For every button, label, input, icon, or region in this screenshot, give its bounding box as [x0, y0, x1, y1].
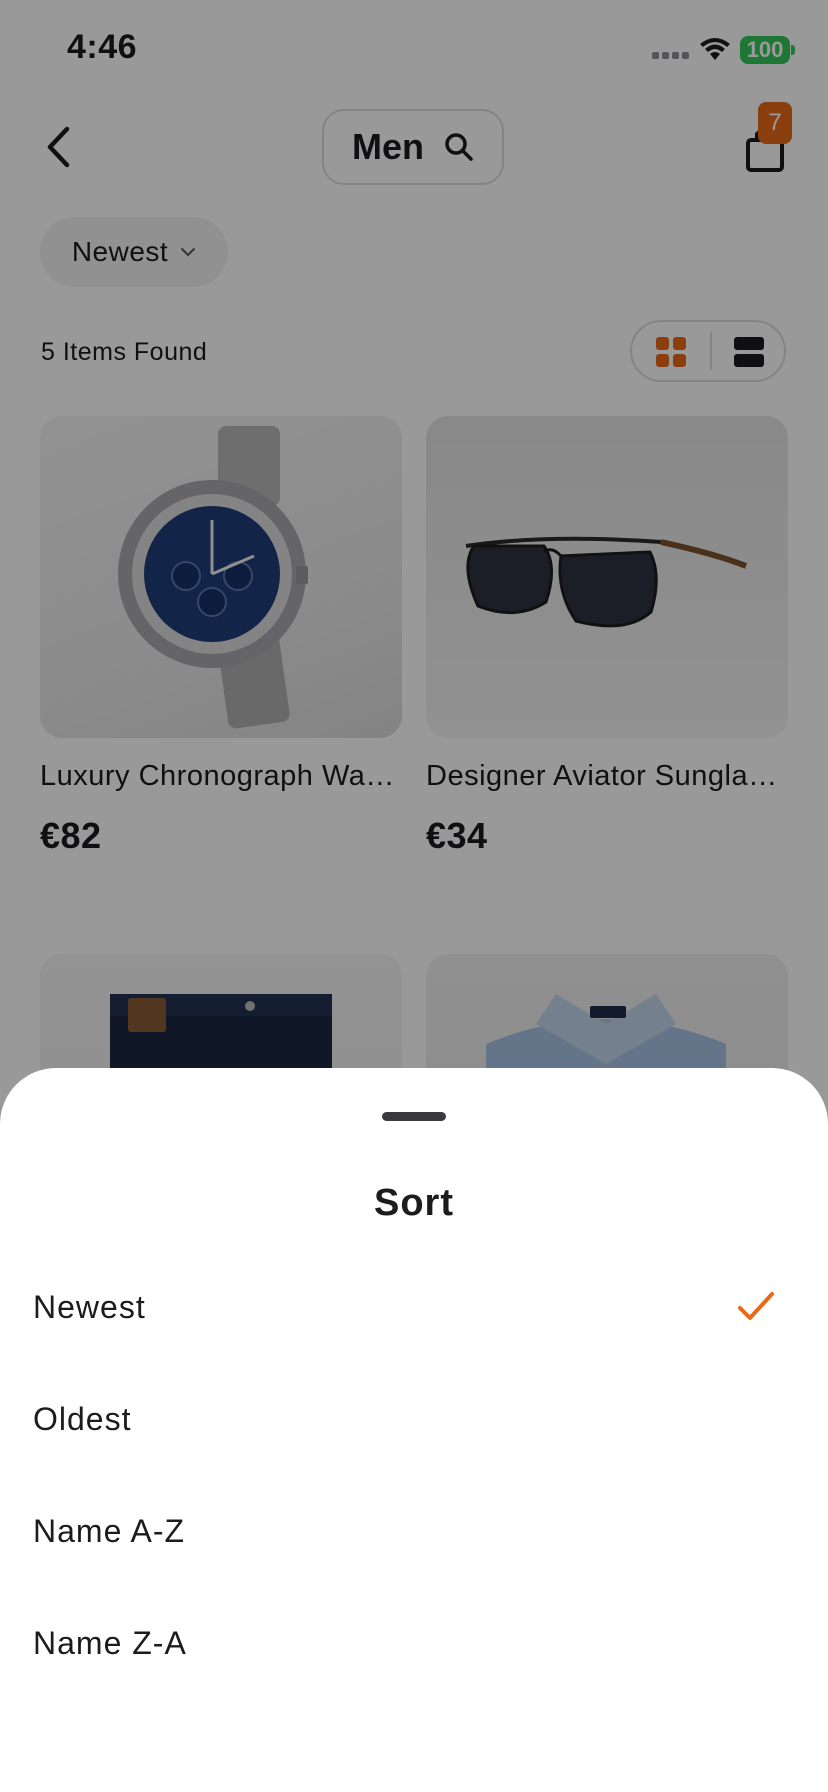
sort-bottom-sheet: Sort Newest Oldest Name A-Z Name Z-A: [0, 1068, 828, 1792]
checkmark-icon: [738, 1292, 774, 1320]
sort-option-oldest[interactable]: Oldest: [0, 1374, 828, 1464]
product-list-screen: 4:46 100 Men 7 Newest 5 Items Found Luxu…: [0, 0, 828, 1792]
sheet-title: Sort: [374, 1182, 454, 1224]
sort-option-label: Newest: [33, 1288, 146, 1325]
sort-option-name-a-z[interactable]: Name A-Z: [0, 1486, 828, 1576]
sort-option-name-z-a[interactable]: Name Z-A: [0, 1598, 828, 1688]
sort-option-label: Oldest: [33, 1400, 132, 1437]
sort-option-newest[interactable]: Newest: [0, 1262, 828, 1352]
sort-option-label: Name A-Z: [33, 1512, 186, 1549]
sort-option-label: Name Z-A: [33, 1624, 187, 1661]
sheet-drag-handle[interactable]: [382, 1112, 446, 1121]
